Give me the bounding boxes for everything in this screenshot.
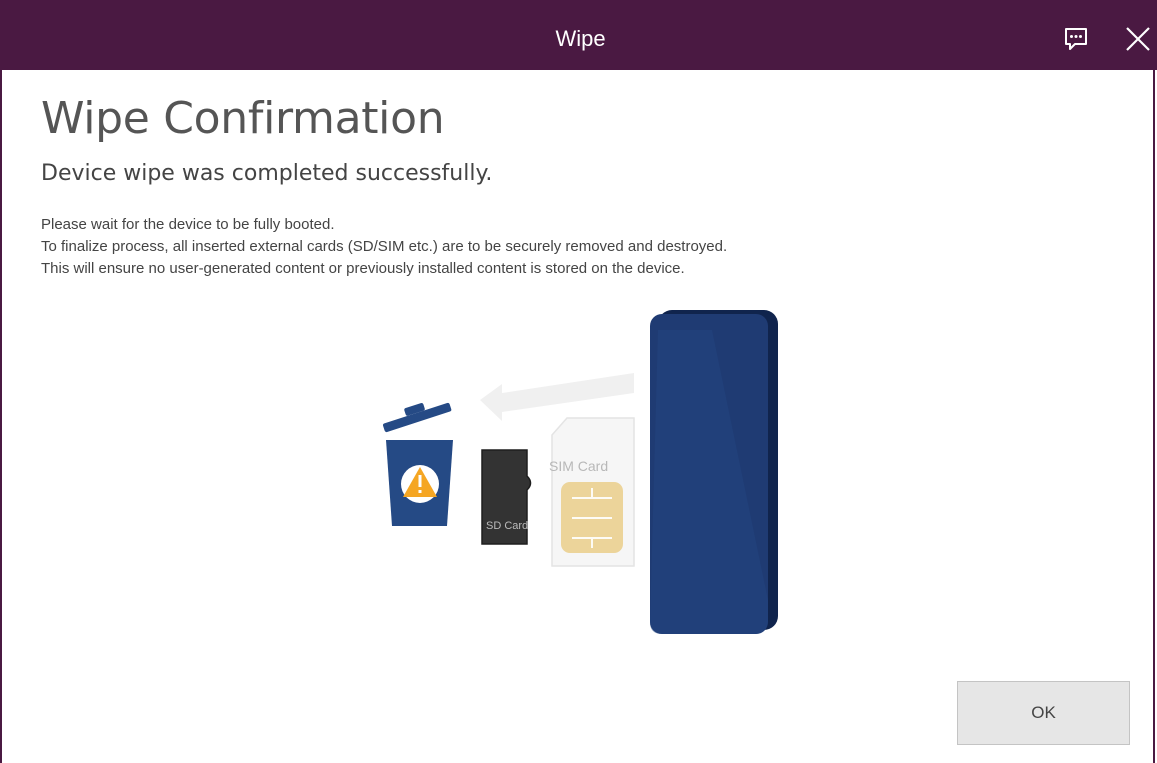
close-button[interactable] [1122,22,1154,56]
instruction-line: To finalize process, all inserted extern… [41,238,728,255]
ok-button[interactable]: OK [957,681,1130,745]
wipe-illustration: SD Card SIM Card [382,310,778,634]
phone-device [650,310,778,634]
app-window: Wipe Wipe Confirmation Device wipe was c… [0,0,1157,763]
window-title: Wipe [555,26,606,51]
instructions: Please wait for the device to be fully b… [41,214,1121,280]
sd-card-label: SD Card [486,520,528,532]
feedback-icon [1065,28,1087,50]
page-heading: Wipe Confirmation [41,93,445,144]
title-bar: Wipe [2,0,1157,70]
status-message: Device wipe was completed successfully. [41,161,493,186]
sim-card: SIM Card [549,417,635,567]
sim-card-label: SIM Card [549,458,608,474]
warning-icon [401,465,439,503]
close-icon [1126,27,1150,51]
instruction-line: Please wait for the device to be fully b… [41,216,335,233]
sd-card: SD Card [481,449,532,545]
arrow-left-icon [480,373,634,421]
trash-icon [382,402,453,526]
feedback-button[interactable] [1061,24,1091,54]
instruction-line: This will ensure no user-generated conte… [41,260,685,277]
